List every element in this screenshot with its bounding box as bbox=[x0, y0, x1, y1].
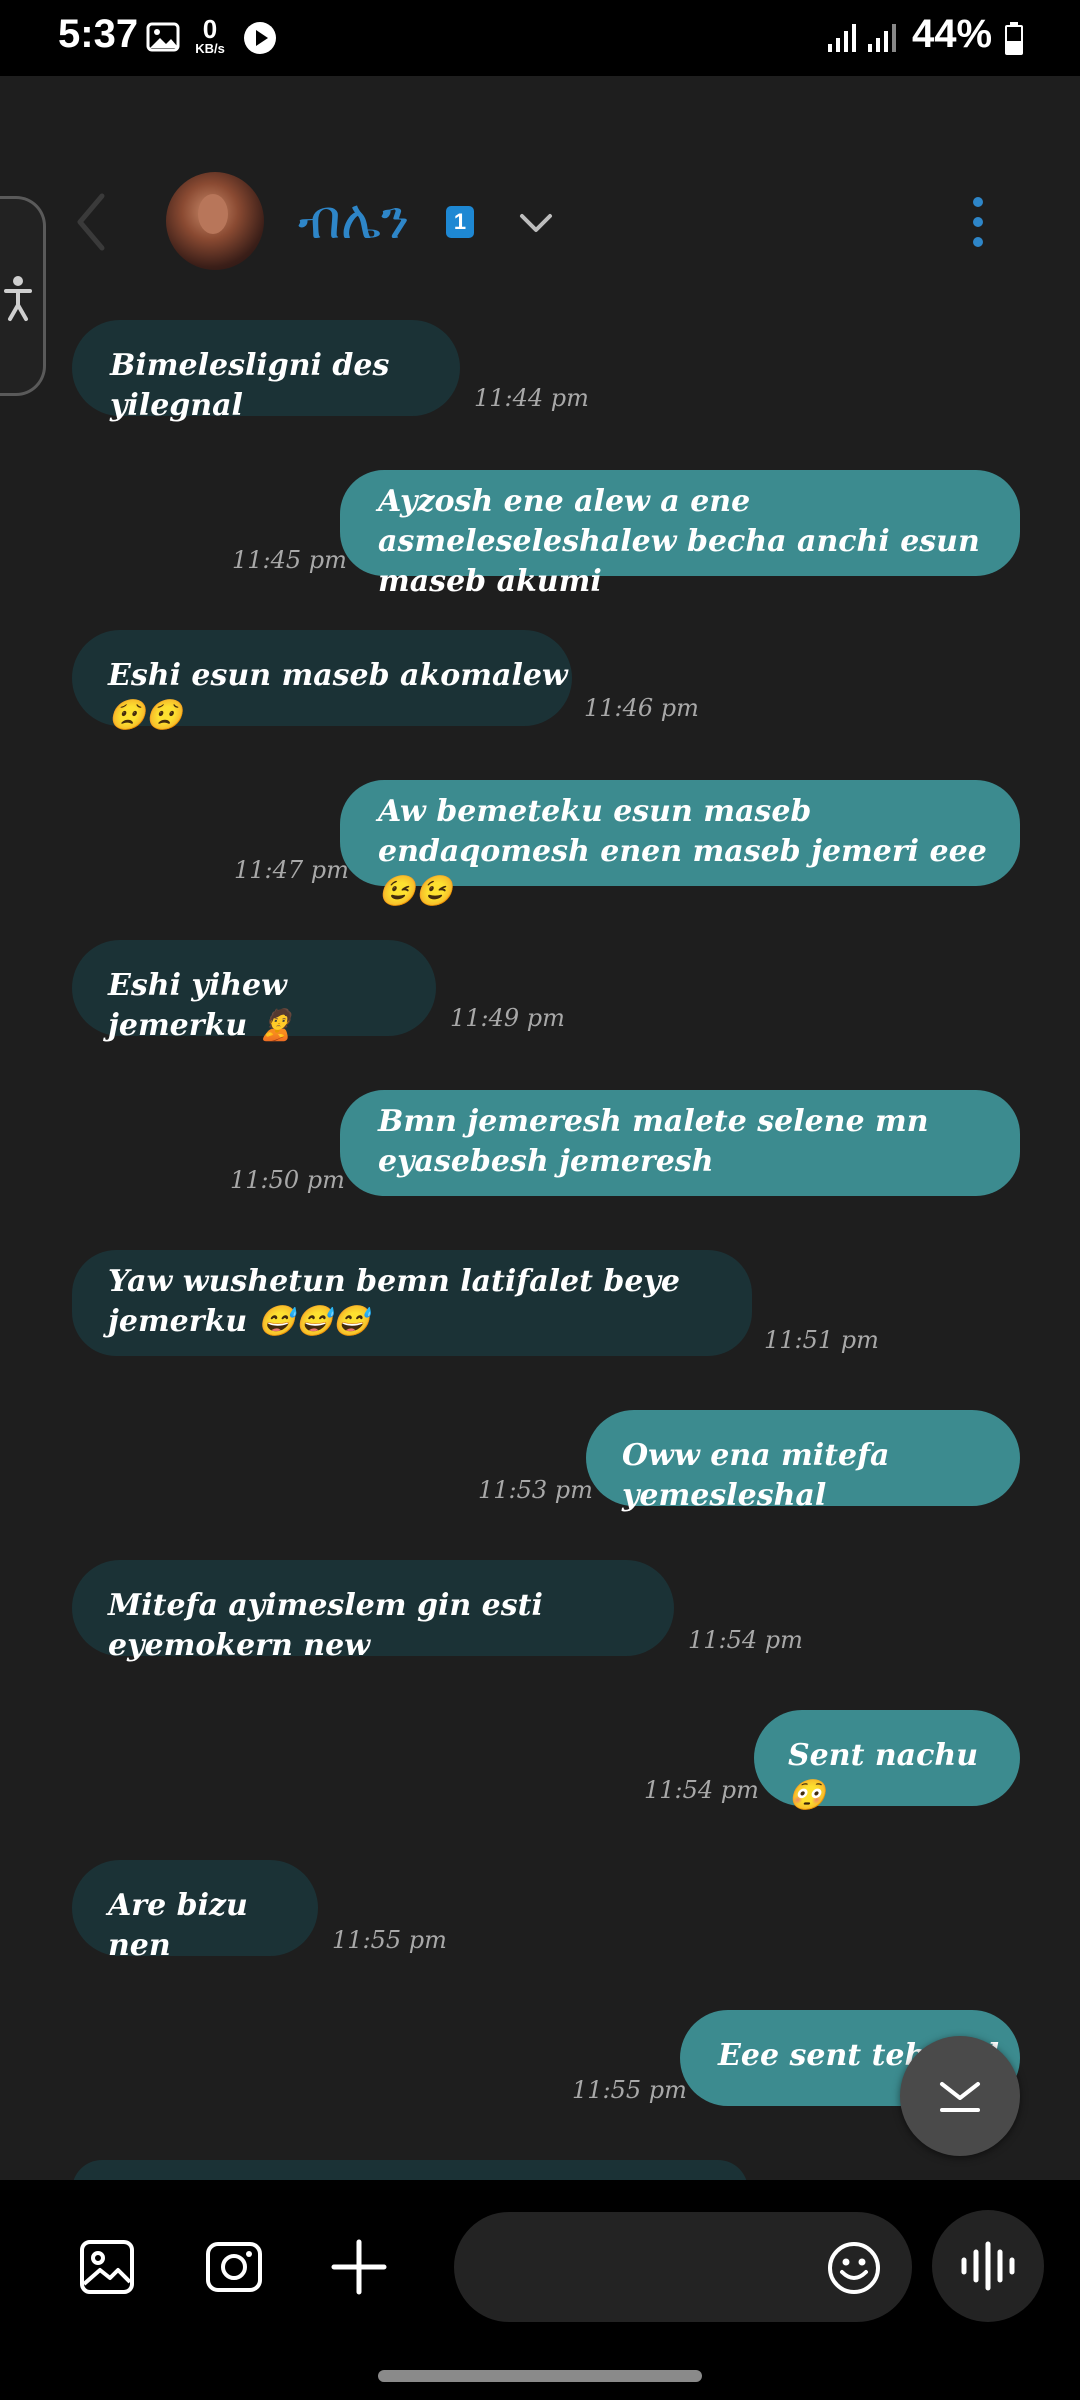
message-timestamp: 11:49 pm bbox=[450, 1004, 565, 1032]
signal-icon bbox=[828, 24, 856, 52]
message-text: Oww ena mitefa yemesleshal bbox=[622, 1438, 890, 1513]
message-text: Bimelesligni des yilegnal bbox=[110, 348, 390, 423]
message-text: Eshi yihew jemerku 🙎 bbox=[108, 968, 295, 1043]
message-bubble-sent[interactable]: Aw bemeteku esun maseb endaqomesh enen m… bbox=[340, 780, 1020, 909]
message-bubble-received[interactable]: Bimelesligni des yilegnal bbox=[72, 320, 460, 423]
message-bubble-sent[interactable]: Bmn jemeresh malete selene mn eyasebesh … bbox=[340, 1090, 1020, 1196]
message-timestamp: 11:44 pm bbox=[474, 384, 589, 412]
network-speed-unit: KB/s bbox=[195, 41, 225, 56]
status-time: 5:37 bbox=[58, 12, 139, 56]
message-timestamp: 11:54 pm bbox=[644, 1776, 759, 1804]
play-notification-icon bbox=[244, 22, 276, 54]
message-bubble-received[interactable]: Eshi esun maseb akomalew 😟😟 bbox=[72, 630, 572, 733]
message-text: Mitefa ayimeslem gin esti eyemokern new bbox=[108, 1588, 543, 1663]
gallery-notification-icon bbox=[146, 22, 180, 52]
message-bubble-received[interactable]: Yaw wushetun bemn latifalet beye jemerku… bbox=[72, 1250, 752, 1356]
unread-badge: 1 bbox=[446, 206, 474, 238]
scroll-down-icon bbox=[940, 2082, 980, 2112]
contact-avatar[interactable] bbox=[166, 172, 264, 270]
message-text: Are bizu nen bbox=[108, 1888, 248, 1963]
message-timestamp: 11:51 pm bbox=[764, 1326, 879, 1354]
more-vertical-icon[interactable] bbox=[964, 196, 992, 248]
message-text: Aw bemeteku esun maseb endaqomesh enen m… bbox=[378, 794, 987, 909]
message-timestamp: 11:55 pm bbox=[332, 1926, 447, 1954]
battery-percent: 44% bbox=[912, 12, 993, 56]
back-arrow-icon[interactable] bbox=[74, 192, 108, 252]
camera-icon[interactable] bbox=[204, 2238, 264, 2296]
message-text: Eshi esun maseb akomalew 😟😟 bbox=[108, 658, 568, 733]
voice-wave-icon bbox=[961, 2241, 1015, 2291]
battery-icon bbox=[1005, 22, 1023, 55]
network-speed: 0 KB/s bbox=[190, 16, 230, 55]
message-timestamp: 11:50 pm bbox=[230, 1166, 345, 1194]
scroll-down-button[interactable] bbox=[900, 2036, 1020, 2156]
accessibility-icon bbox=[4, 276, 32, 321]
message-timestamp: 11:46 pm bbox=[584, 694, 699, 722]
message-bubble-received[interactable]: Are bizu nen bbox=[72, 1860, 318, 1963]
message-timestamp: 11:53 pm bbox=[478, 1476, 593, 1504]
message-text: Ayzosh ene alew a ene asmeleseleshalew b… bbox=[378, 484, 980, 599]
message-text: Bmn jemeresh malete selene mn eyasebesh … bbox=[378, 1104, 929, 1179]
message-bubble-received[interactable]: Mitefa ayimeslem gin esti eyemokern new bbox=[72, 1560, 674, 1663]
message-timestamp: 11:54 pm bbox=[688, 1626, 803, 1654]
message-timestamp: 11:45 pm bbox=[232, 546, 347, 574]
message-bubble-received[interactable]: Eshi yihew jemerku 🙎 bbox=[72, 940, 436, 1043]
contact-name[interactable]: ብሌን bbox=[298, 188, 409, 252]
message-timestamp: 11:47 pm bbox=[234, 856, 349, 884]
chevron-down-icon[interactable] bbox=[516, 208, 556, 236]
message-bubble-sent[interactable]: Oww ena mitefa yemesleshal bbox=[586, 1410, 1020, 1513]
home-indicator[interactable] bbox=[378, 2370, 702, 2382]
message-bubble-sent[interactable]: Ayzosh ene alew a ene asmeleseleshalew b… bbox=[340, 470, 1020, 599]
message-text: Sent nachu 😳 bbox=[788, 1738, 979, 1813]
plus-icon[interactable] bbox=[330, 2238, 388, 2296]
signal-icon-sim2 bbox=[868, 24, 896, 52]
voice-record-button[interactable] bbox=[932, 2210, 1044, 2322]
emoji-icon[interactable] bbox=[826, 2240, 882, 2296]
gallery-icon[interactable] bbox=[78, 2238, 136, 2296]
accessibility-tab[interactable] bbox=[0, 196, 46, 396]
message-bubble-sent[interactable]: Sent nachu 😳 bbox=[754, 1710, 1020, 1813]
message-text: Yaw wushetun bemn latifalet beye jemerku… bbox=[108, 1264, 681, 1339]
message-timestamp: 11:55 pm bbox=[572, 2076, 687, 2104]
status-bar: 5:37 0 KB/s 44% bbox=[0, 0, 1080, 76]
network-speed-value: 0 bbox=[202, 14, 218, 44]
